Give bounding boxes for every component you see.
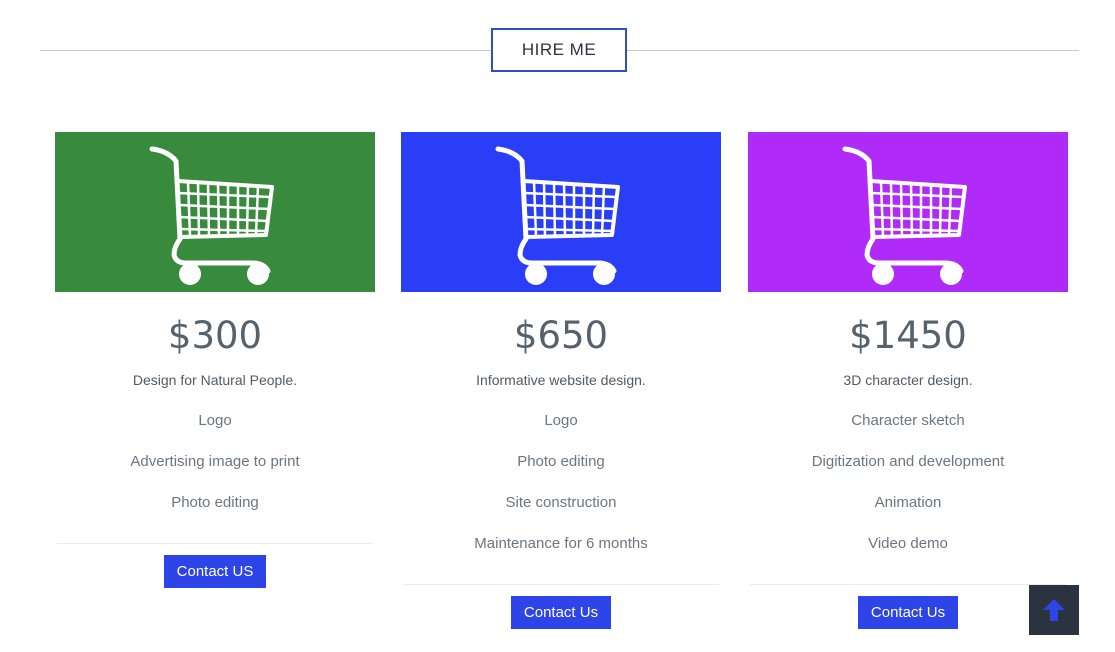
contact-button[interactable]: Contact Us <box>510 596 612 629</box>
feature-item: Digitization and development <box>811 453 1005 470</box>
shopping-cart-icon <box>842 146 967 285</box>
section-header: HIRE ME <box>40 28 1079 72</box>
card-divider <box>750 584 1066 585</box>
plan-price: $300 <box>167 314 263 357</box>
plan-price: $650 <box>513 314 609 357</box>
pricing-card-premium: $1450 3D character design. Character ske… <box>748 132 1068 629</box>
pricing-card-standard: $650 Informative website design. Logo Ph… <box>401 132 721 629</box>
shopping-cart-icon <box>149 146 274 285</box>
pricing-card-banner <box>55 132 375 292</box>
pricing-card-basic: $300 Design for Natural People. Logo Adv… <box>55 132 375 588</box>
shopping-cart-icon <box>495 146 620 285</box>
feature-item: Animation <box>874 494 942 511</box>
contact-button[interactable]: Contact US <box>163 555 267 588</box>
pricing-card-banner <box>401 132 721 292</box>
contact-button[interactable]: Contact Us <box>857 596 959 629</box>
feature-list: Character sketch Digitization and develo… <box>748 413 1068 552</box>
feature-list: Logo Advertising image to print Photo ed… <box>55 413 375 511</box>
feature-item: Maintenance for 6 months <box>474 535 648 552</box>
feature-item: Photo editing <box>171 494 259 511</box>
plan-subtitle: Design for Natural People. <box>132 372 298 388</box>
plan-subtitle: 3D character design. <box>843 372 973 388</box>
feature-item: Photo editing <box>517 453 605 470</box>
plan-price: $1450 <box>849 314 967 357</box>
feature-item: Advertising image to print <box>130 453 300 470</box>
card-divider <box>403 584 719 585</box>
feature-item: Site construction <box>505 494 617 511</box>
section-title: HIRE ME <box>491 28 627 72</box>
feature-item: Logo <box>198 412 232 429</box>
pricing-card-banner <box>748 132 1068 292</box>
arrow-up-icon <box>1043 599 1065 621</box>
plan-subtitle: Informative website design. <box>476 372 646 388</box>
feature-item: Logo <box>544 412 578 429</box>
feature-item: Character sketch <box>851 412 965 429</box>
back-to-top-button[interactable] <box>1029 585 1079 635</box>
feature-item: Video demo <box>868 535 948 552</box>
card-divider <box>57 543 373 544</box>
feature-list: Logo Photo editing Site construction Mai… <box>401 413 721 552</box>
